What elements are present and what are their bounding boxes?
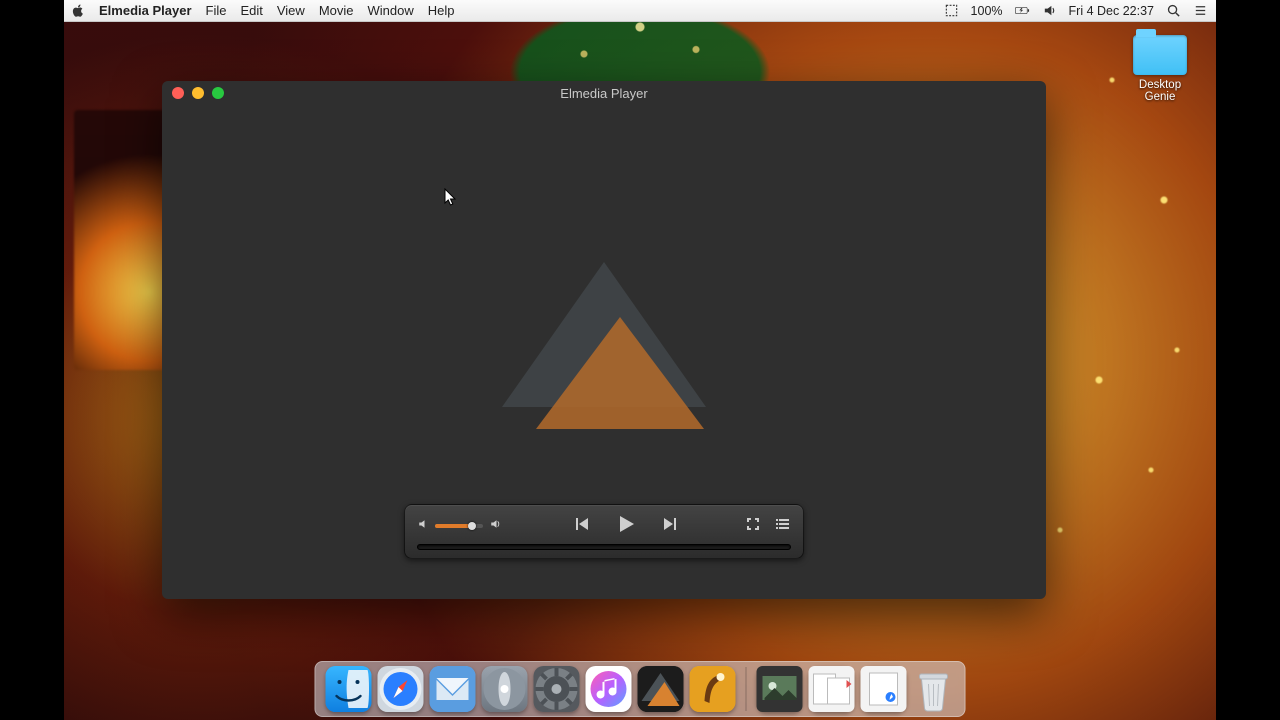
menu-movie[interactable]: Movie — [319, 3, 354, 18]
window-titlebar[interactable]: Elmedia Player — [162, 81, 1046, 105]
desktop-folder-label: Desktop Genie — [1124, 79, 1196, 103]
elmedia-window: Elmedia Player — [162, 81, 1046, 599]
dock-app-launchpad[interactable] — [482, 666, 528, 712]
dock-app-safari[interactable] — [378, 666, 424, 712]
battery-percentage: 100% — [971, 4, 1003, 18]
menu-edit[interactable]: Edit — [240, 3, 262, 18]
volume-up-button[interactable] — [489, 518, 501, 533]
apple-menu[interactable] — [72, 4, 85, 17]
dock — [315, 661, 966, 717]
playback-controls — [404, 504, 804, 559]
dock-app-finder[interactable] — [326, 666, 372, 712]
fullscreen-button[interactable] — [745, 516, 761, 535]
volume-icon[interactable] — [1042, 3, 1057, 18]
volume-mute-button[interactable] — [417, 518, 429, 533]
dock-trash[interactable] — [913, 666, 955, 712]
folder-icon — [1133, 35, 1187, 75]
menubar-app-name[interactable]: Elmedia Player — [99, 3, 192, 18]
play-button[interactable] — [614, 512, 638, 539]
dock-separator — [746, 667, 747, 711]
window-title: Elmedia Player — [162, 86, 1046, 101]
dock-app-garageband[interactable] — [690, 666, 736, 712]
playlist-button[interactable] — [775, 516, 791, 535]
next-button[interactable] — [662, 515, 680, 536]
spotlight-icon[interactable] — [1166, 3, 1181, 18]
dock-tray-contacts[interactable] — [809, 666, 855, 712]
menu-window[interactable]: Window — [368, 3, 414, 18]
dock-tray-preview[interactable] — [757, 666, 803, 712]
screenshot-tool-icon[interactable] — [944, 3, 959, 18]
menu-help[interactable]: Help — [428, 3, 455, 18]
menubar-datetime[interactable]: Fri 4 Dec 22:37 — [1069, 4, 1154, 18]
menubar: Elmedia Player File Edit View Movie Wind… — [64, 0, 1216, 22]
volume-fill — [435, 524, 472, 528]
previous-button[interactable] — [572, 515, 590, 536]
dock-app-mail[interactable] — [430, 666, 476, 712]
volume-thumb[interactable] — [468, 522, 476, 530]
dock-tray-document[interactable] — [861, 666, 907, 712]
seek-bar[interactable] — [417, 544, 791, 550]
menu-file[interactable]: File — [206, 3, 227, 18]
menu-view[interactable]: View — [277, 3, 305, 18]
notification-center-icon[interactable] — [1193, 3, 1208, 18]
desktop-folder[interactable]: Desktop Genie — [1124, 35, 1196, 103]
dock-app-system-preferences[interactable] — [534, 666, 580, 712]
desktop: Elmedia Player File Edit View Movie Wind… — [64, 0, 1216, 720]
dock-app-itunes[interactable] — [586, 666, 632, 712]
dock-app-elmedia[interactable] — [638, 666, 684, 712]
volume-slider[interactable] — [435, 524, 483, 528]
battery-icon[interactable] — [1015, 3, 1030, 18]
elmedia-logo — [494, 257, 714, 447]
